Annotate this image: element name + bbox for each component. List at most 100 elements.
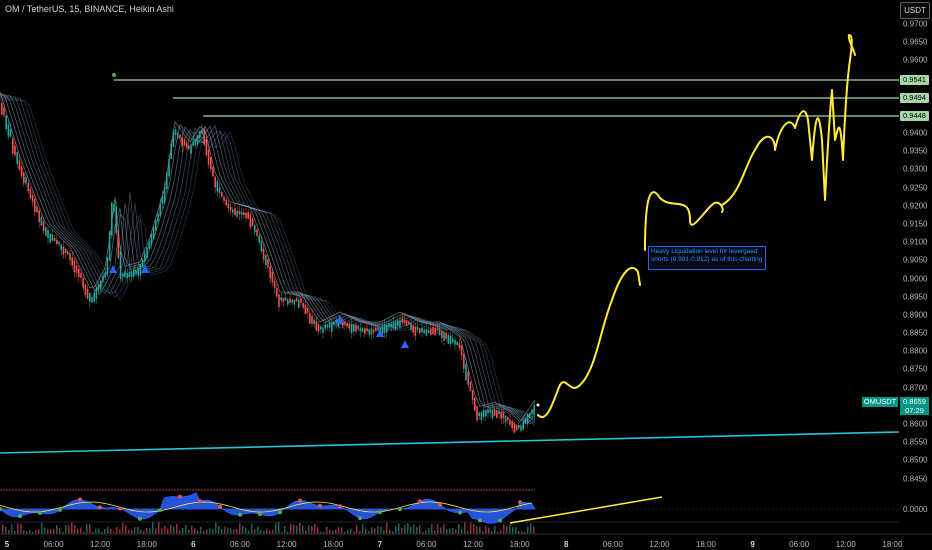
volume-bar bbox=[476, 525, 478, 534]
candle bbox=[155, 219, 157, 231]
candle bbox=[249, 214, 252, 228]
candle bbox=[491, 410, 494, 419]
candle bbox=[130, 271, 133, 277]
volume-bar bbox=[5, 527, 7, 534]
volume-bar bbox=[131, 530, 133, 534]
candle bbox=[383, 324, 386, 334]
volume-bar bbox=[152, 522, 154, 534]
candle bbox=[111, 202, 113, 236]
volume-bar bbox=[260, 530, 262, 534]
candle bbox=[194, 138, 197, 146]
candle bbox=[280, 297, 282, 301]
price-tick: 0.8850 bbox=[903, 328, 928, 338]
volume-bar bbox=[443, 524, 445, 534]
candle bbox=[243, 212, 245, 216]
candle bbox=[419, 328, 421, 333]
volume-bar bbox=[335, 529, 337, 534]
osc-dot bbox=[258, 512, 262, 517]
volume-bar bbox=[236, 529, 238, 534]
candle bbox=[533, 405, 535, 416]
volume-bar bbox=[116, 526, 118, 534]
time-tick: 18:00 bbox=[136, 540, 157, 549]
candle bbox=[412, 325, 414, 333]
candle bbox=[254, 225, 256, 233]
candle bbox=[427, 329, 430, 333]
candle bbox=[122, 273, 124, 277]
candle bbox=[507, 417, 509, 421]
time-tick: 5 bbox=[4, 540, 10, 549]
candle bbox=[331, 323, 333, 332]
candle bbox=[93, 292, 95, 302]
candle bbox=[199, 131, 201, 139]
candle bbox=[113, 204, 115, 212]
candle bbox=[438, 328, 441, 335]
osc-dot bbox=[518, 500, 522, 505]
candle bbox=[449, 335, 452, 344]
time-tick: 12:00 bbox=[90, 540, 111, 549]
price-chart[interactable] bbox=[0, 0, 932, 550]
candle bbox=[221, 191, 223, 197]
volume-bar bbox=[290, 523, 292, 534]
osc-dot bbox=[358, 516, 362, 521]
candle bbox=[218, 187, 221, 194]
candle bbox=[421, 327, 423, 333]
candle bbox=[454, 340, 456, 345]
time-tick: 06:00 bbox=[229, 540, 251, 549]
volume-bar bbox=[362, 524, 364, 534]
candle bbox=[313, 319, 315, 325]
candle bbox=[522, 421, 524, 430]
candle bbox=[152, 226, 155, 240]
annotation-note[interactable]: Heavy Liquidation level for levergaed sh… bbox=[648, 246, 766, 270]
osc-dot bbox=[378, 510, 382, 515]
volume-bar bbox=[2, 525, 4, 534]
candle bbox=[388, 323, 390, 327]
candle bbox=[89, 292, 91, 302]
volume-bar bbox=[500, 529, 502, 534]
candle bbox=[271, 272, 274, 282]
candle bbox=[78, 268, 80, 278]
candle bbox=[467, 371, 469, 385]
time-tick: 18:00 bbox=[323, 540, 344, 549]
osc-dot bbox=[338, 504, 342, 509]
volume-bar bbox=[56, 525, 58, 534]
volume-bar bbox=[191, 525, 193, 534]
osc-dot bbox=[138, 516, 142, 521]
candle bbox=[141, 259, 144, 268]
candle bbox=[100, 280, 102, 290]
candle bbox=[238, 211, 241, 215]
candle bbox=[73, 260, 76, 273]
candle bbox=[119, 251, 122, 280]
candle bbox=[353, 324, 355, 332]
candle bbox=[355, 324, 357, 332]
volume-bar bbox=[146, 527, 148, 534]
volume-bar bbox=[371, 527, 373, 534]
candle bbox=[480, 412, 483, 421]
candle bbox=[476, 406, 478, 421]
volume-bar bbox=[431, 524, 433, 534]
candle bbox=[509, 419, 511, 425]
volume-bar bbox=[485, 525, 487, 534]
price-tick: 0.9400 bbox=[903, 128, 928, 138]
candle bbox=[210, 157, 212, 170]
price-tick: 0.8750 bbox=[903, 364, 928, 374]
volume-bar bbox=[338, 526, 340, 534]
volume-bar bbox=[185, 524, 187, 534]
candle bbox=[201, 129, 203, 135]
volume-bar bbox=[110, 528, 112, 534]
projection-drawing bbox=[537, 34, 856, 418]
volume-bar bbox=[227, 527, 229, 534]
currency-button[interactable]: USDT bbox=[900, 2, 930, 19]
time-tick: 7 bbox=[377, 540, 383, 549]
volume-bar bbox=[314, 524, 316, 534]
candle bbox=[232, 209, 234, 213]
candle bbox=[260, 240, 263, 252]
candle bbox=[460, 345, 463, 356]
candle bbox=[399, 320, 401, 328]
volume-bar bbox=[11, 524, 13, 534]
price-tick: 0.9100 bbox=[903, 237, 928, 247]
candle bbox=[216, 181, 219, 192]
level-label-2: 0.9494 bbox=[900, 93, 929, 103]
osc-dot bbox=[18, 514, 22, 519]
volume-bar bbox=[317, 527, 319, 534]
candle bbox=[344, 321, 346, 325]
